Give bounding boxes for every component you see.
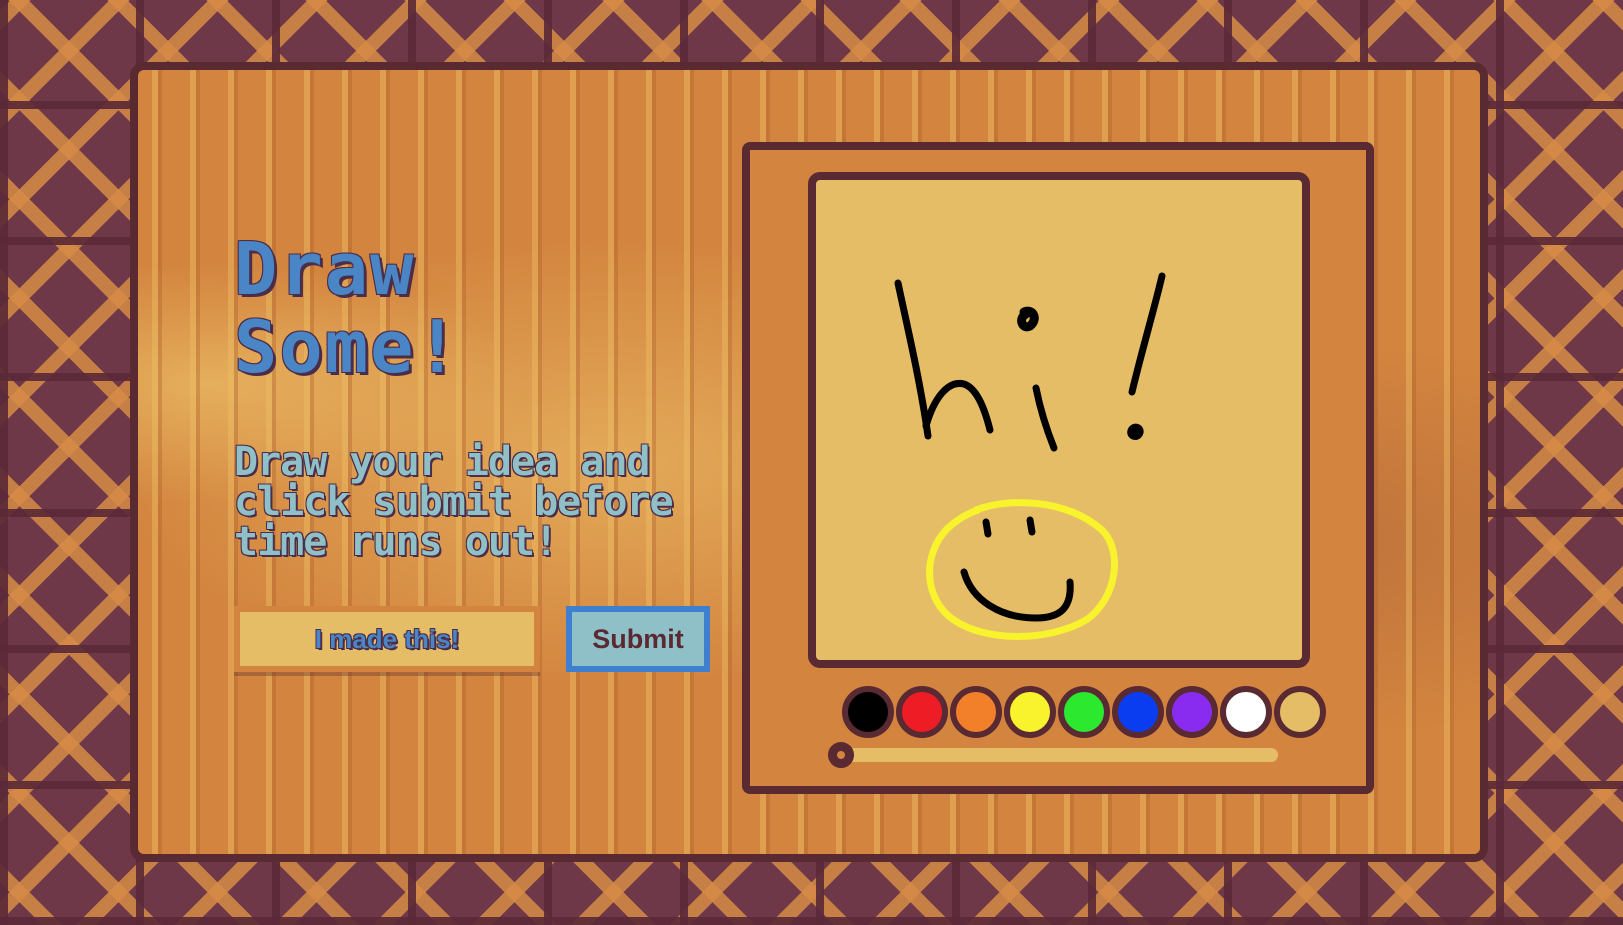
- canvas-drawing: [894, 272, 1166, 640]
- brush-size-slider[interactable]: [828, 742, 1278, 768]
- instructions-text: Draw your idea and click submit before t…: [234, 439, 674, 565]
- stroke-i-stem: [1032, 384, 1058, 452]
- color-swatch-red[interactable]: [896, 686, 948, 738]
- slider-track: [836, 748, 1278, 762]
- color-swatch-white[interactable]: [1220, 686, 1272, 738]
- title-line-2: Some!: [234, 305, 461, 389]
- game-screen: Draw Some! Draw your idea and click subm…: [130, 62, 1488, 862]
- color-swatch-black[interactable]: [842, 686, 894, 738]
- stroke-exclamation-dot: [1127, 423, 1144, 440]
- drawing-title-input[interactable]: [234, 606, 540, 672]
- color-swatch-tan[interactable]: [1274, 686, 1326, 738]
- stroke-h-arch: [922, 379, 994, 434]
- color-swatch-green[interactable]: [1058, 686, 1110, 738]
- drawing-canvas[interactable]: [808, 172, 1310, 668]
- color-swatch-blue[interactable]: [1112, 686, 1164, 738]
- color-swatch-purple[interactable]: [1166, 686, 1218, 738]
- stroke-right-eye: [1026, 516, 1036, 536]
- page-title: Draw Some!: [234, 230, 461, 386]
- stroke-exclamation: [1128, 272, 1166, 396]
- title-line-1: Draw: [234, 227, 416, 311]
- slider-thumb[interactable]: [828, 742, 854, 768]
- stroke-smile: [960, 568, 1074, 622]
- drawing-panel: [742, 142, 1374, 794]
- color-swatch-yellow[interactable]: [1004, 686, 1056, 738]
- stroke-i-dot: [1017, 306, 1039, 332]
- stroke-h-stem: [894, 279, 932, 440]
- submit-button[interactable]: Submit: [566, 606, 710, 672]
- stroke-left-eye: [982, 518, 992, 538]
- color-palette: [842, 686, 1328, 738]
- color-swatch-orange[interactable]: [950, 686, 1002, 738]
